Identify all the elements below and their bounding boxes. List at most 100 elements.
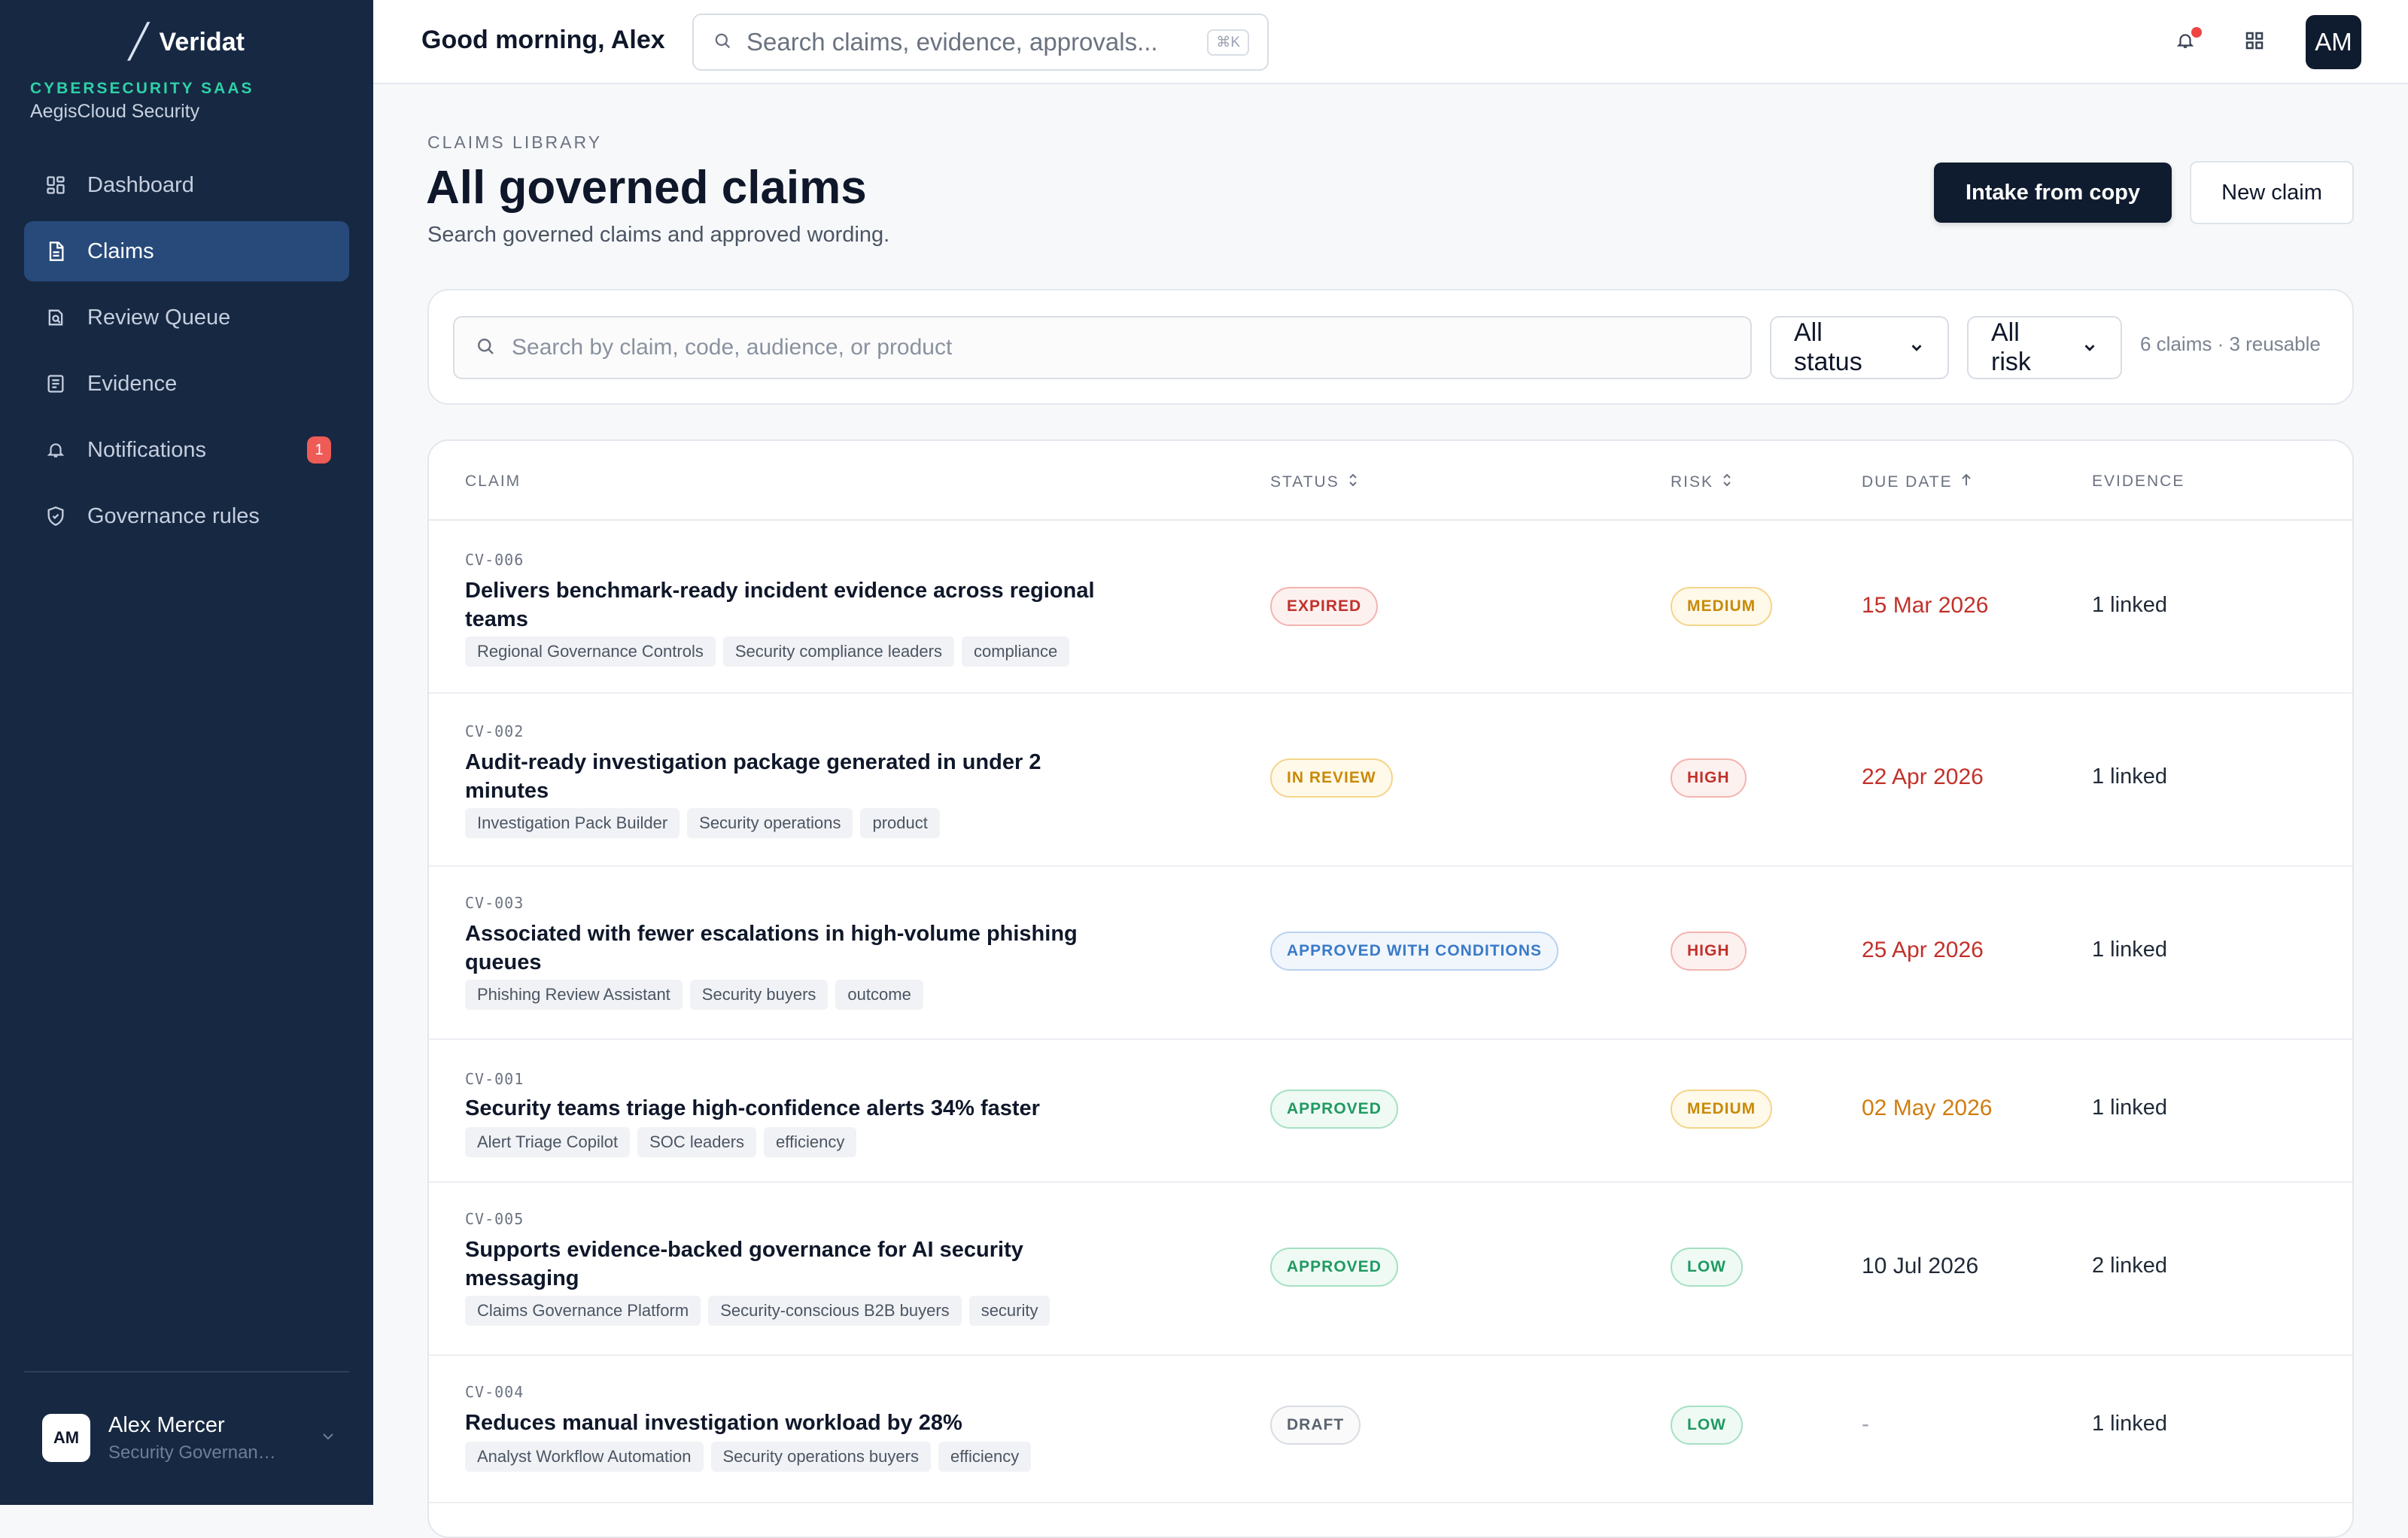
column-status[interactable]: STATUS — [1270, 473, 1359, 492]
tag: Phishing Review Assistant — [465, 980, 683, 1010]
table-row[interactable]: CV-001 Security teams triage high-confid… — [429, 1040, 2352, 1183]
column-risk[interactable]: RISK — [1671, 473, 1733, 492]
app-logo[interactable]: ╱ Veridat — [0, 26, 373, 59]
tag: Security operations buyers — [710, 1442, 931, 1472]
apps-button[interactable] — [2236, 24, 2273, 60]
sidebar-item-governance-rules[interactable]: Governance rules — [24, 486, 349, 546]
claim-tags: Alert Triage Copilot SOC leaders efficie… — [465, 1127, 857, 1157]
greeting: Good morning, Alex — [421, 26, 665, 54]
sidebar-item-label: Governance rules — [87, 503, 260, 528]
table-row[interactable]: CV-006 Delivers benchmark-ready incident… — [429, 521, 2352, 694]
due-date: 25 Apr 2026 — [1862, 938, 1984, 962]
column-label: EVIDENCE — [2092, 473, 2185, 490]
user-menu[interactable]: AM Alex Mercer Security Governan… — [42, 1412, 343, 1464]
sidebar-item-label: Evidence — [87, 371, 178, 396]
tag: Security-conscious B2B buyers — [708, 1296, 962, 1326]
sidebar-item-review-queue[interactable]: Review Queue — [24, 287, 349, 348]
shortcut-hint: ⌘K — [1207, 29, 1249, 56]
new-claim-button[interactable]: New claim — [2190, 161, 2354, 224]
column-label: DUE DATE — [1862, 473, 1953, 491]
claim-title[interactable]: Delivers benchmark-ready incident eviden… — [465, 576, 1127, 634]
claim-title[interactable]: Associated with fewer escalations in hig… — [465, 919, 1127, 977]
tag: Security buyers — [689, 980, 829, 1010]
claim-tags: Claims Governance Platform Security-cons… — [465, 1296, 1050, 1326]
risk-badge: LOW — [1671, 1248, 1743, 1287]
avatar[interactable]: AM — [2306, 15, 2361, 69]
risk-filter-value: All risk — [1991, 318, 2031, 376]
search-icon — [474, 335, 497, 361]
chevron-down-icon — [2081, 333, 2098, 363]
table-row[interactable]: CV-003 Associated with fewer escalations… — [429, 867, 2352, 1040]
org-name: AegisCloud Security — [30, 101, 200, 122]
risk-badge: HIGH — [1671, 932, 1747, 971]
status-badge: APPROVED — [1270, 1248, 1398, 1287]
due-date: - — [1862, 1412, 1869, 1436]
sort-icon — [1721, 473, 1733, 492]
notifications-count-badge: 1 — [307, 436, 331, 464]
column-claim: CLAIM — [465, 473, 521, 491]
due-date: 15 Mar 2026 — [1862, 593, 1989, 618]
risk-filter-select[interactable]: All risk — [1967, 316, 2122, 379]
intake-from-copy-button[interactable]: Intake from copy — [1934, 163, 2172, 223]
status-filter-select[interactable]: All status — [1770, 316, 1949, 379]
claim-code: CV-006 — [465, 551, 524, 569]
sidebar-item-claims[interactable]: Claims — [24, 221, 349, 281]
sidebar-item-evidence[interactable]: Evidence — [24, 354, 349, 414]
search-icon — [712, 30, 733, 55]
column-due-date[interactable]: DUE DATE — [1862, 473, 1972, 492]
sidebar-item-notifications[interactable]: Notifications 1 — [24, 420, 349, 480]
column-label: RISK — [1671, 473, 1714, 491]
evidence-count[interactable]: 1 linked — [2092, 764, 2167, 789]
tag: outcome — [835, 980, 923, 1010]
sidebar: ╱ Veridat CYBERSECURITY SAAS AegisCloud … — [0, 0, 373, 1505]
sidebar-item-label: Review Queue — [87, 305, 231, 330]
evidence-count[interactable]: 1 linked — [2092, 1412, 2167, 1436]
table-row[interactable]: CV-004 Reduces manual investigation work… — [429, 1356, 2352, 1503]
sidebar-item-label: Dashboard — [87, 172, 194, 197]
claim-title[interactable]: Reduces manual investigation workload by… — [465, 1409, 1127, 1437]
document-icon — [44, 239, 68, 263]
claim-tags: Analyst Workflow Automation Security ope… — [465, 1442, 1032, 1472]
evidence-count[interactable]: 1 linked — [2092, 938, 2167, 962]
due-date: 10 Jul 2026 — [1862, 1254, 1979, 1278]
table-row[interactable]: CV-002 Audit-ready investigation package… — [429, 694, 2352, 867]
app-name: Veridat — [159, 27, 245, 56]
status-badge: IN REVIEW — [1270, 758, 1393, 798]
table-header: CLAIM STATUS RISK DUE DATE EVIDENCE — [429, 441, 2352, 521]
claims-table: CLAIM STATUS RISK DUE DATE EVIDENCE CV-0… — [427, 439, 2354, 1538]
claim-title[interactable]: Security teams triage high-confidence al… — [465, 1094, 1127, 1123]
search-placeholder: Search claims, evidence, approvals... — [746, 28, 1158, 56]
status-filter-value: All status — [1794, 318, 1862, 376]
table-row[interactable]: CV-005 Supports evidence-backed governan… — [429, 1183, 2352, 1356]
status-badge: DRAFT — [1270, 1406, 1361, 1445]
chevron-down-icon[interactable] — [319, 1427, 337, 1449]
evidence-icon — [44, 372, 68, 396]
evidence-count[interactable]: 2 linked — [2092, 1254, 2167, 1278]
sidebar-item-label: Notifications — [87, 437, 206, 462]
sort-icon — [1347, 473, 1359, 492]
claims-search-input[interactable]: Search by claim, code, audience, or prod… — [453, 316, 1752, 379]
due-date: 22 Apr 2026 — [1862, 764, 1984, 789]
dashboard-icon — [44, 173, 68, 197]
bell-icon — [44, 438, 68, 462]
sidebar-item-label: Claims — [87, 239, 154, 263]
notifications-button[interactable] — [2167, 24, 2203, 60]
risk-badge: HIGH — [1671, 758, 1747, 798]
evidence-count[interactable]: 1 linked — [2092, 593, 2167, 618]
global-search-input[interactable]: Search claims, evidence, approvals... ⌘K — [692, 14, 1269, 71]
grid-icon — [2243, 29, 2266, 56]
risk-badge: MEDIUM — [1671, 587, 1773, 626]
page-subtitle: Search governed claims and approved word… — [427, 223, 890, 247]
risk-badge: LOW — [1671, 1406, 1743, 1445]
chevron-down-icon — [1908, 333, 1925, 363]
column-label: STATUS — [1270, 473, 1339, 491]
claim-tags: Investigation Pack Builder Security oper… — [465, 808, 940, 838]
evidence-count[interactable]: 1 linked — [2092, 1096, 2167, 1120]
claim-code: CV-001 — [465, 1070, 524, 1088]
claim-title[interactable]: Audit-ready investigation package genera… — [465, 748, 1127, 805]
sidebar-item-dashboard[interactable]: Dashboard — [24, 155, 349, 215]
tag: SOC leaders — [637, 1127, 757, 1157]
claim-code: CV-003 — [465, 894, 524, 912]
claim-title[interactable]: Supports evidence-backed governance for … — [465, 1236, 1127, 1293]
claim-code: CV-004 — [465, 1383, 524, 1401]
